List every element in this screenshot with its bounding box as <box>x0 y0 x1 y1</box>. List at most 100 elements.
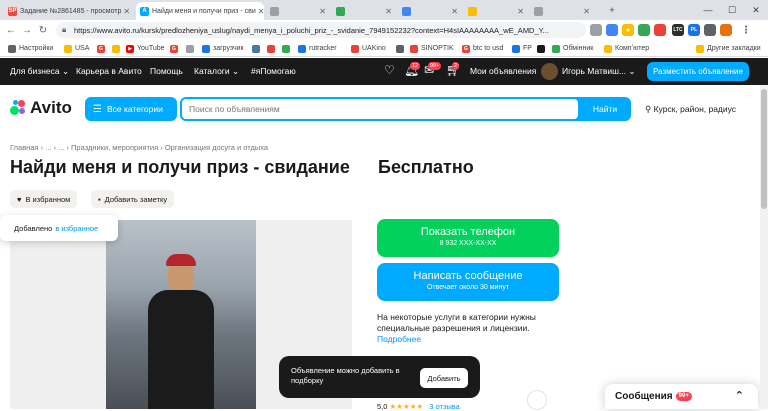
post-ad-button[interactable]: Разместить объявление <box>647 62 749 81</box>
forward-arrow-icon[interactable]: → <box>20 23 34 37</box>
show-phone-button[interactable]: Показать телефон 8 932 XXX-XX-XX <box>377 219 559 257</box>
person-body <box>148 290 214 409</box>
weather-icon <box>410 44 418 53</box>
tab-3[interactable]: ✕ <box>266 2 330 20</box>
my-listings-link[interactable]: Мои объявления <box>470 66 536 76</box>
add-to-collection-button[interactable]: Добавить <box>420 368 468 388</box>
search-input[interactable] <box>182 99 578 119</box>
bookmark-usa[interactable]: USA <box>64 43 89 54</box>
bookmark-generic[interactable]: G <box>170 43 181 54</box>
bookmark-youtube[interactable]: ▶ YouTube <box>126 43 165 54</box>
page-icon <box>396 44 404 53</box>
page-icon <box>282 44 290 53</box>
new-tab-button[interactable]: + <box>600 0 624 20</box>
folder-icon <box>604 44 612 53</box>
profile-avatar-icon[interactable] <box>720 24 732 36</box>
bookmark-generic[interactable] <box>267 43 278 54</box>
tab-6[interactable]: ✕ <box>464 2 528 20</box>
close-icon[interactable]: ✕ <box>256 7 264 16</box>
scrollbar-thumb[interactable] <box>761 89 767 209</box>
ltc-extension-icon[interactable]: LTC <box>672 24 684 36</box>
google-icon: G <box>170 44 178 53</box>
tab-freelance-task[interactable]: SP Задание №2861485 - просмотр ✕ <box>4 2 134 20</box>
bookmark-generic[interactable] <box>112 43 123 54</box>
bookmark-downloader[interactable]: загрузчик <box>202 43 244 54</box>
page-favicon-icon <box>468 6 477 16</box>
bookmark-btc-to-usd[interactable]: Gbtc to usd <box>462 43 503 54</box>
tab-title: Задание №2861485 - просмотр <box>20 7 122 15</box>
pl-extension-icon[interactable]: PL <box>688 24 700 36</box>
maximize-button[interactable]: ☐ <box>720 0 744 20</box>
tab-title: Найди меня и получи приз - сви <box>152 7 256 15</box>
close-icon[interactable]: ✕ <box>581 7 590 16</box>
tab-avito-listing[interactable]: A Найди меня и получи приз - сви ✕ <box>136 2 264 20</box>
bookmark-generic[interactable] <box>396 43 407 54</box>
lock-icon: 🔒︎ <box>62 25 67 34</box>
extension-icon[interactable] <box>590 24 602 36</box>
bookmark-fp[interactable]: FP <box>512 43 532 54</box>
location-selector[interactable]: ⚲ Курск, район, радиус <box>645 104 736 115</box>
messages-panel[interactable]: Сообщения 99+ ⌃ <box>605 384 758 409</box>
find-button[interactable]: Найти <box>582 99 628 119</box>
tab-5[interactable]: ✕ <box>398 2 462 20</box>
page-icon <box>267 44 275 53</box>
extension-icon[interactable] <box>654 24 666 36</box>
menu-icon: ☰ <box>93 103 102 115</box>
bookmark-other[interactable]: Другие закладки <box>696 43 761 54</box>
bookmark-google[interactable]: G <box>97 43 108 54</box>
avito-logo[interactable]: Avito <box>10 98 72 118</box>
extension-icon[interactable] <box>638 24 650 36</box>
download-icon <box>202 44 210 53</box>
bookmark-generic[interactable] <box>537 43 548 54</box>
bookmark-uakino[interactable]: UAKino <box>351 43 386 54</box>
add-note-button[interactable]: ▪ Добавить заметку <box>91 190 175 208</box>
star-bookmark-icon[interactable]: ★ <box>622 24 634 36</box>
avatar[interactable] <box>541 63 558 80</box>
page-title: Найди меня и получи приз - свидание <box>10 157 350 177</box>
reviews-link[interactable]: 3 отзыва <box>429 402 460 411</box>
google-icon: G <box>97 44 105 53</box>
nav-i-help[interactable]: #яПомогаю <box>251 66 296 76</box>
tab-4[interactable]: ✕ <box>332 2 396 20</box>
favorites-link[interactable]: в избранное <box>55 224 98 233</box>
bookmark-vk[interactable] <box>252 43 263 54</box>
more-menu-icon[interactable]: ⋮ <box>740 24 752 36</box>
close-icon[interactable]: ✕ <box>383 7 392 16</box>
favorite-button[interactable]: ♥ В избранном <box>10 190 78 208</box>
back-arrow-icon[interactable]: ← <box>4 23 18 37</box>
close-icon[interactable]: ✕ <box>121 7 130 16</box>
all-categories-button[interactable]: ☰ Все категории <box>85 97 177 121</box>
close-window-button[interactable]: ✕ <box>744 0 768 20</box>
nav-catalogs[interactable]: Каталоги ⌄ <box>194 66 239 77</box>
listing-photo[interactable] <box>106 220 256 409</box>
notifications-badge: 12 <box>410 62 421 70</box>
nav-career[interactable]: Карьера в Авито <box>76 66 142 76</box>
extension-icon[interactable] <box>606 24 618 36</box>
close-icon[interactable]: ✕ <box>515 7 524 16</box>
puzzle-icon[interactable] <box>704 24 716 36</box>
user-menu[interactable]: Игорь Матвиш... ⌄ <box>562 66 636 77</box>
more-link[interactable]: Подробнее <box>377 334 562 345</box>
page-favicon-icon <box>534 6 543 16</box>
seller-logo[interactable] <box>527 390 547 410</box>
close-icon[interactable]: ✕ <box>317 7 326 16</box>
bookmark-sinoptik[interactable]: SINOPTIK <box>410 43 454 54</box>
bookmark-generic[interactable] <box>282 43 293 54</box>
breadcrumb[interactable]: Главная › ... › ... › Праздники, меропри… <box>10 143 268 152</box>
bookmark-exchanger[interactable]: Обмінник <box>552 43 593 54</box>
heart-icon[interactable]: ♡ <box>384 63 395 77</box>
bookmark-computer[interactable]: Компʼютер <box>604 43 649 54</box>
reload-icon[interactable]: ↻ <box>36 23 50 37</box>
page-scrollbar[interactable] <box>760 85 768 409</box>
bookmark-settings[interactable]: Настройки <box>8 43 53 54</box>
nav-for-business[interactable]: Для бизнеса ⌄ <box>10 66 69 77</box>
write-message-button[interactable]: Написать сообщение Отвечает около 30 мин… <box>377 263 559 301</box>
minimize-button[interactable]: — <box>696 0 720 20</box>
close-icon[interactable]: ✕ <box>449 7 458 16</box>
tab-7[interactable]: ✕ <box>530 2 594 20</box>
url-input[interactable]: 🔒︎ https://www.avito.ru/kursk/predlozhen… <box>56 22 586 38</box>
bookmark-rutracker[interactable]: rutracker <box>298 43 337 54</box>
chevron-up-icon[interactable]: ⌃ <box>735 389 744 402</box>
bookmark-generic[interactable] <box>186 43 197 54</box>
nav-help[interactable]: Помощь <box>150 66 183 76</box>
